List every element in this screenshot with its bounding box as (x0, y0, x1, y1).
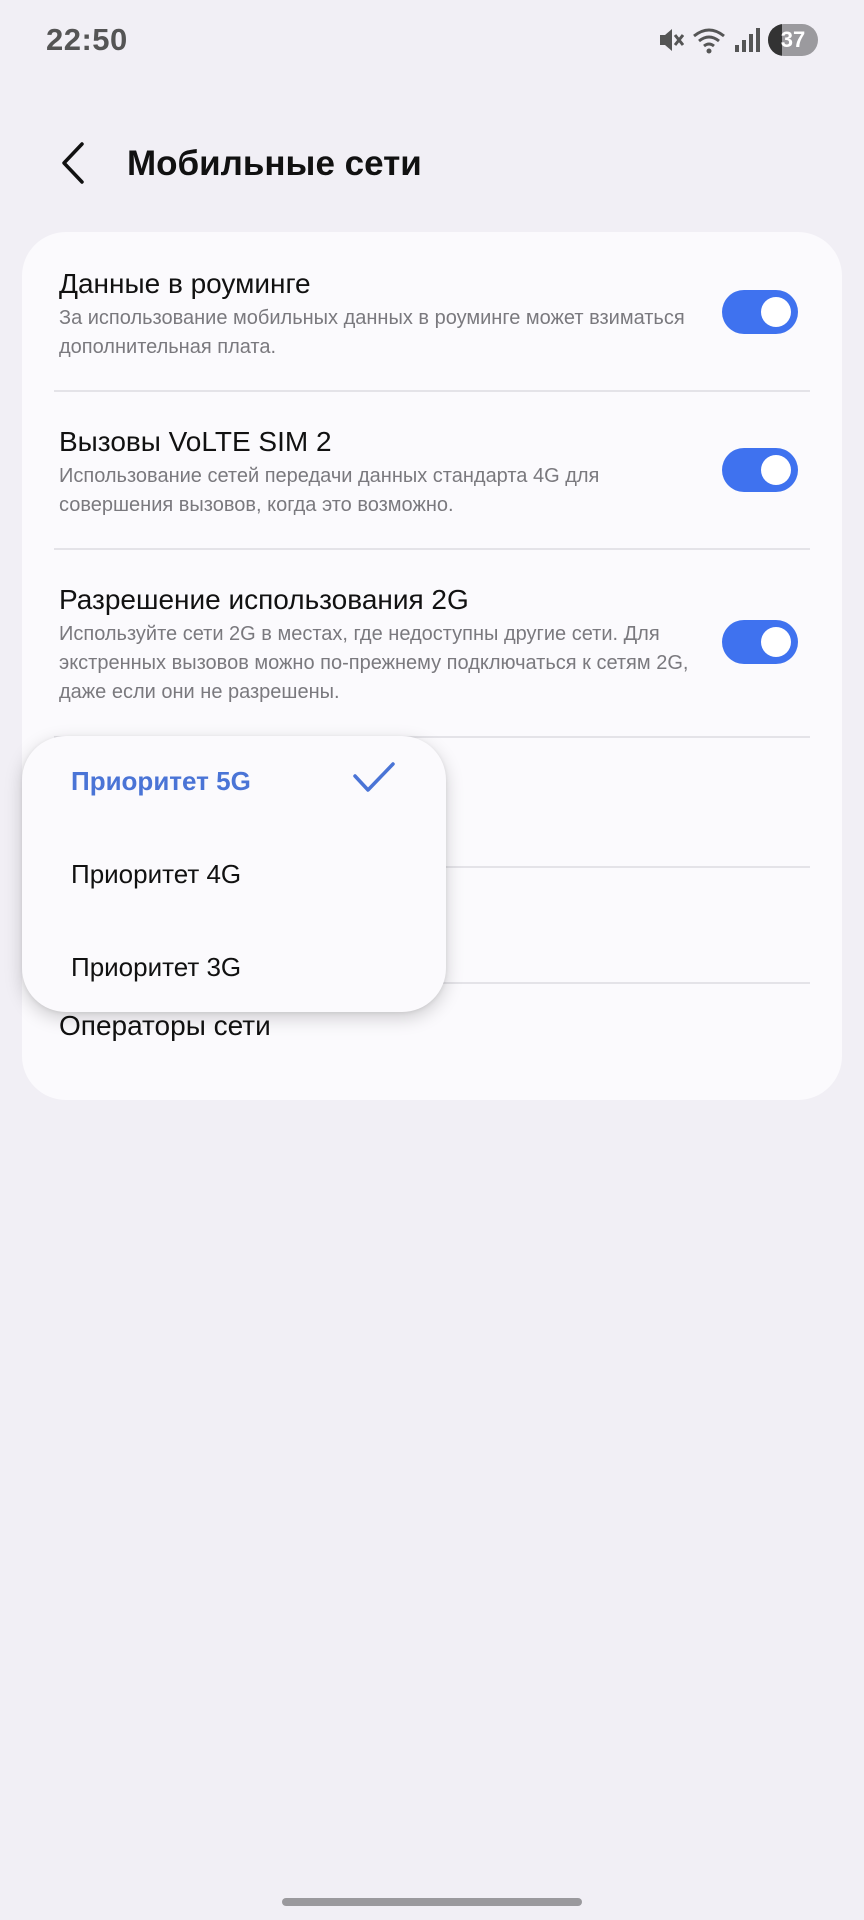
menu-option-label: Приоритет 3G (71, 952, 242, 982)
toggle-knob (761, 627, 791, 657)
mute-icon (658, 26, 684, 54)
menu-option-label: Приоритет 5G (71, 766, 251, 796)
menu-option-3g[interactable]: Приоритет 3G (22, 928, 446, 1008)
roaming-data-toggle[interactable] (722, 290, 798, 334)
battery-level: 37 (780, 27, 806, 52)
status-bar: 22:50 37 (0, 0, 864, 80)
toggle-knob (761, 455, 791, 485)
allow-2g-toggle[interactable] (722, 620, 798, 664)
battery-icon: 37 (768, 24, 818, 56)
mobile-networks-screen: 22:50 37 Мобильные сети Данные в роуминг… (0, 0, 864, 1920)
signal-icon (734, 26, 760, 54)
menu-option-5g[interactable]: Приоритет 5G (22, 742, 446, 822)
volte-calls-description: Использование сетей передачи данных стан… (59, 465, 600, 516)
wifi-icon (692, 26, 726, 54)
volte-calls-toggle[interactable] (722, 448, 798, 492)
chevron-left-icon (60, 141, 88, 190)
menu-option-label: Приоритет 4G (71, 859, 242, 889)
network-operators-title: Операторы сети (59, 1010, 271, 1041)
home-indicator[interactable] (282, 1898, 582, 1906)
toggle-knob (761, 297, 791, 327)
menu-option-4g[interactable]: Приоритет 4G (22, 835, 446, 915)
volte-calls-row[interactable]: Вызовы VoLTE SIM 2 Использование сетей п… (22, 392, 842, 548)
allow-2g-row[interactable]: Разрешение использования 2G Используйте … (22, 550, 842, 734)
header: Мобильные сети (0, 130, 864, 200)
back-button[interactable] (52, 140, 96, 190)
roaming-data-row[interactable]: Данные в роуминге За использование мобил… (22, 232, 842, 390)
allow-2g-description: Используйте сети 2G в местах, где недост… (59, 623, 689, 703)
roaming-data-description: За использование мобильных данных в роум… (59, 307, 685, 358)
roaming-data-title: Данные в роуминге (59, 268, 311, 299)
allow-2g-title: Разрешение использования 2G (59, 584, 469, 615)
network-mode-menu: Приоритет 5G Приоритет 4G Приоритет 3G (22, 736, 446, 1012)
volte-calls-title: Вызовы VoLTE SIM 2 (59, 426, 332, 457)
status-time: 22:50 (46, 22, 128, 57)
check-icon (352, 760, 396, 801)
page-title: Мобильные сети (127, 144, 422, 183)
status-icons: 37 (658, 22, 818, 58)
